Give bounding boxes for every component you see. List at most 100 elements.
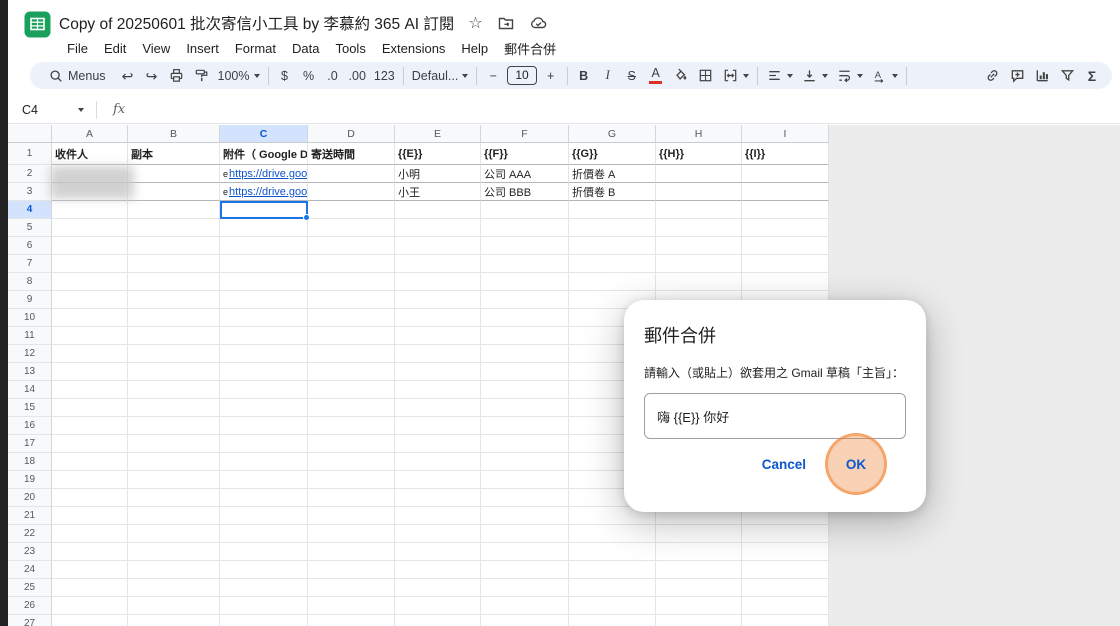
cell-B8[interactable] [128, 273, 220, 291]
column-header-H[interactable]: H [656, 125, 742, 143]
cell-F8[interactable] [481, 273, 569, 291]
menu-tools[interactable]: Tools [327, 39, 373, 58]
column-header-G[interactable]: G [569, 125, 656, 143]
cell-F25[interactable] [481, 579, 569, 597]
ok-button[interactable]: OK [844, 453, 868, 476]
cell-F22[interactable] [481, 525, 569, 543]
cell-C10[interactable] [220, 309, 308, 327]
cell-E12[interactable] [395, 345, 481, 363]
text-wrap-button[interactable] [832, 64, 867, 88]
column-header-F[interactable]: F [481, 125, 569, 143]
cell-G4[interactable] [569, 201, 656, 219]
row-header-4[interactable]: 4 [8, 201, 52, 219]
cell-A23[interactable] [52, 543, 128, 561]
cell-D16[interactable] [308, 417, 395, 435]
cell-B21[interactable] [128, 507, 220, 525]
fill-color-button[interactable] [668, 64, 693, 88]
cell-F27[interactable] [481, 615, 569, 626]
cell-I27[interactable] [742, 615, 829, 626]
row-header-6[interactable]: 6 [8, 237, 52, 255]
cell-I4[interactable] [742, 201, 829, 219]
cell-C11[interactable] [220, 327, 308, 345]
cell-C5[interactable] [220, 219, 308, 237]
move-folder-icon[interactable] [497, 14, 515, 32]
document-title[interactable]: Copy of 20250601 批次寄信小工具 by 李慕約 365 AI 訂… [59, 12, 454, 34]
corner-cell[interactable] [8, 125, 52, 143]
cell-E27[interactable] [395, 615, 481, 626]
cell-B6[interactable] [128, 237, 220, 255]
cell-G6[interactable] [569, 237, 656, 255]
cell-G24[interactable] [569, 561, 656, 579]
strikethrough-button[interactable]: S [620, 64, 644, 88]
menu-extensions[interactable]: Extensions [374, 39, 454, 58]
row-header-23[interactable]: 23 [8, 543, 52, 561]
cell-B17[interactable] [128, 435, 220, 453]
cell-B24[interactable] [128, 561, 220, 579]
cell-B23[interactable] [128, 543, 220, 561]
cell-A12[interactable] [52, 345, 128, 363]
cell-E18[interactable] [395, 453, 481, 471]
row-header-22[interactable]: 22 [8, 525, 52, 543]
cell-E8[interactable] [395, 273, 481, 291]
cell-C12[interactable] [220, 345, 308, 363]
row-header-8[interactable]: 8 [8, 273, 52, 291]
cell-D20[interactable] [308, 489, 395, 507]
text-color-button[interactable]: A [644, 64, 668, 88]
cell-G2[interactable]: 折價卷 A [569, 165, 656, 183]
cell-D5[interactable] [308, 219, 395, 237]
insert-link-button[interactable] [980, 64, 1005, 88]
font-size-input[interactable]: 10 [507, 66, 537, 85]
cell-E21[interactable] [395, 507, 481, 525]
cell-F20[interactable] [481, 489, 569, 507]
cell-E11[interactable] [395, 327, 481, 345]
cell-D27[interactable] [308, 615, 395, 626]
vertical-align-button[interactable] [797, 64, 832, 88]
row-header-5[interactable]: 5 [8, 219, 52, 237]
cell-B18[interactable] [128, 453, 220, 471]
row-header-9[interactable]: 9 [8, 291, 52, 309]
cell-I26[interactable] [742, 597, 829, 615]
cell-F16[interactable] [481, 417, 569, 435]
cloud-saved-icon[interactable] [529, 14, 548, 32]
cell-H4[interactable] [656, 201, 742, 219]
cell-E24[interactable] [395, 561, 481, 579]
row-header-18[interactable]: 18 [8, 453, 52, 471]
cell-A17[interactable] [52, 435, 128, 453]
column-header-E[interactable]: E [395, 125, 481, 143]
cell-F3[interactable]: 公司 BBB [481, 183, 569, 201]
cell-B9[interactable] [128, 291, 220, 309]
functions-button[interactable]: Σ [1080, 64, 1104, 88]
cell-E2[interactable]: 小明 [395, 165, 481, 183]
cell-B5[interactable] [128, 219, 220, 237]
cell-A15[interactable] [52, 399, 128, 417]
cell-D1[interactable]: 寄送時間 [308, 143, 395, 165]
paint-format-button[interactable] [189, 64, 214, 88]
menu-help[interactable]: Help [453, 39, 496, 58]
cell-C20[interactable] [220, 489, 308, 507]
cell-F1[interactable]: {{F}} [481, 143, 569, 165]
cell-E15[interactable] [395, 399, 481, 417]
cell-G27[interactable] [569, 615, 656, 626]
row-header-10[interactable]: 10 [8, 309, 52, 327]
row-header-11[interactable]: 11 [8, 327, 52, 345]
row-header-26[interactable]: 26 [8, 597, 52, 615]
cell-E26[interactable] [395, 597, 481, 615]
cell-G26[interactable] [569, 597, 656, 615]
font-dropdown[interactable]: Defaul... [408, 64, 473, 88]
cell-D19[interactable] [308, 471, 395, 489]
cell-D23[interactable] [308, 543, 395, 561]
cell-E14[interactable] [395, 381, 481, 399]
cell-F19[interactable] [481, 471, 569, 489]
currency-button[interactable]: $ [273, 64, 297, 88]
cell-B14[interactable] [128, 381, 220, 399]
cell-C24[interactable] [220, 561, 308, 579]
cell-E3[interactable]: 小王 [395, 183, 481, 201]
cell-B4[interactable] [128, 201, 220, 219]
cell-B20[interactable] [128, 489, 220, 507]
row-header-17[interactable]: 17 [8, 435, 52, 453]
cell-I6[interactable] [742, 237, 829, 255]
cell-B16[interactable] [128, 417, 220, 435]
cell-D26[interactable] [308, 597, 395, 615]
row-header-21[interactable]: 21 [8, 507, 52, 525]
percent-button[interactable]: % [297, 64, 321, 88]
